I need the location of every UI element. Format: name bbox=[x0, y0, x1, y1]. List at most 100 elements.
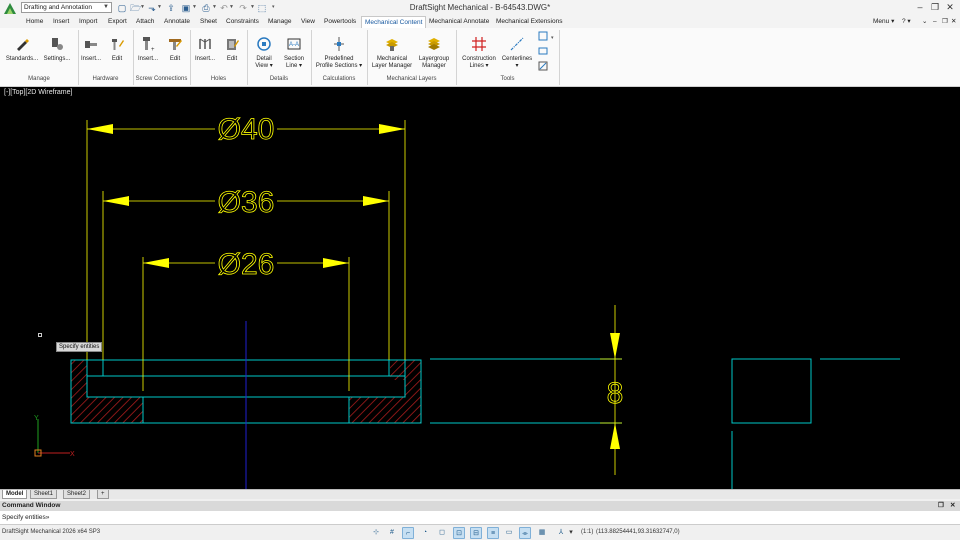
chevron-down-icon[interactable]: ⌄ bbox=[922, 16, 927, 28]
screw-edit-icon bbox=[169, 39, 182, 50]
centerlines-button[interactable]: Centerlines ▾ bbox=[500, 36, 534, 70]
tab-mechanical-extensions[interactable]: Mechanical Extensions bbox=[496, 16, 562, 28]
tab-powertools[interactable]: Powertools bbox=[324, 16, 356, 28]
tab-manage[interactable]: Manage bbox=[268, 16, 292, 28]
screw-edit-label: Edit bbox=[169, 56, 181, 62]
snap-mode-icon[interactable]: ⊹ bbox=[370, 527, 382, 539]
restore-icon[interactable]: ❐ bbox=[928, 1, 942, 14]
settings-button[interactable]: Settings... bbox=[41, 36, 73, 63]
chevron-down-icon[interactable]: ▾ bbox=[565, 527, 577, 539]
sheet-tab-sheet1[interactable]: Sheet1 bbox=[30, 490, 58, 499]
close-icon[interactable]: ✕ bbox=[950, 501, 955, 511]
lineweight-icon[interactable]: ≡ bbox=[487, 527, 499, 539]
workspace-value: Drafting and Annotation bbox=[24, 4, 92, 11]
predefined-profile-sections-button[interactable]: Predefined Profile Sections ▾ bbox=[314, 36, 364, 70]
ortho-icon[interactable]: ⌐ bbox=[402, 527, 414, 539]
close-icon[interactable]: ✕ bbox=[943, 1, 957, 14]
quick-input-icon[interactable]: ▭ bbox=[503, 527, 515, 539]
tab-attach[interactable]: Attach bbox=[136, 16, 154, 28]
chevron-down-icon[interactable]: ▼ bbox=[140, 4, 145, 10]
tool-extra-1-button[interactable] bbox=[536, 31, 550, 44]
workspace-icon[interactable]: ▦ bbox=[536, 527, 548, 539]
screw-edit-button[interactable]: Edit bbox=[164, 36, 186, 63]
export-icon[interactable]: ⇪ bbox=[166, 3, 176, 13]
redo-icon[interactable]: ↷ bbox=[238, 3, 248, 13]
select-icon[interactable]: ⬚ bbox=[257, 3, 267, 13]
minimize-icon[interactable]: – bbox=[933, 16, 937, 28]
print-icon[interactable]: ⎙ bbox=[201, 3, 211, 13]
minimize-icon[interactable]: – bbox=[913, 1, 927, 14]
holes-edit-button[interactable]: Edit bbox=[221, 36, 243, 63]
tab-annotate[interactable]: Annotate bbox=[164, 16, 190, 28]
section-line-label-2: Line bbox=[285, 63, 298, 69]
chevron-down-icon[interactable]: ▾ bbox=[551, 35, 554, 41]
title-bar: Drafting and Annotation ▼ ▢ 🗁 ▼ ⬎ ▼ ⇪ ▣ … bbox=[0, 0, 960, 16]
mechanical-layer-manager-button[interactable]: Mechanical Layer Manager bbox=[370, 36, 414, 70]
standards-button[interactable]: Standards... bbox=[5, 36, 39, 63]
sheet-tab-model[interactable]: Model bbox=[2, 490, 28, 499]
dim-diameter-36[interactable]: Ø36 bbox=[217, 186, 275, 220]
chevron-down-icon[interactable]: ▼ bbox=[157, 4, 162, 10]
hardware-insert-button[interactable]: Insert... bbox=[80, 36, 102, 63]
construction-lines-button[interactable]: Construction Lines ▾ bbox=[460, 36, 498, 70]
holes-insert-button[interactable]: Insert... bbox=[193, 36, 217, 63]
tool-extra-2-button[interactable] bbox=[536, 46, 550, 59]
new-file-icon[interactable]: ▢ bbox=[117, 3, 127, 13]
save-icon[interactable]: ▣ bbox=[181, 3, 191, 13]
detail-view-button[interactable]: Detail View ▾ bbox=[252, 36, 276, 70]
close-icon[interactable]: ✕ bbox=[951, 16, 956, 28]
centerlines-label: Centerlines bbox=[501, 56, 533, 62]
tab-mechanical-content[interactable]: Mechanical Content bbox=[361, 16, 427, 28]
restore-icon[interactable]: ❐ bbox=[942, 16, 948, 28]
chevron-down-icon[interactable]: ▼ bbox=[212, 4, 217, 10]
etrack-icon[interactable]: ⊡ bbox=[453, 527, 465, 539]
add-sheet-button[interactable]: + bbox=[97, 490, 109, 499]
chevron-down-icon: ▾ bbox=[515, 63, 519, 69]
ucs-icon: Y X bbox=[34, 415, 75, 458]
help-button[interactable]: ? ▾ bbox=[902, 16, 911, 28]
dim-height-8[interactable]: 8 bbox=[606, 377, 624, 411]
tab-sheet[interactable]: Sheet bbox=[200, 16, 217, 28]
undo-icon[interactable]: ↶ bbox=[219, 3, 229, 13]
grid-icon[interactable]: # bbox=[386, 527, 398, 539]
tool-extra-3-button[interactable] bbox=[536, 61, 550, 74]
hole-edit-icon bbox=[227, 39, 239, 50]
annotation-icon[interactable]: ⌯ bbox=[519, 527, 531, 539]
chevron-down-icon[interactable]: ▾ bbox=[272, 4, 275, 10]
section-line-button[interactable]: A-A Section Line ▾ bbox=[281, 36, 307, 70]
drawing-canvas[interactable]: [-][Top][2D Wireframe] Ø40 Ø36 Ø26 8 Y X… bbox=[0, 87, 960, 489]
hardware-edit-button[interactable]: Edit bbox=[106, 36, 128, 63]
layergroup-manager-button[interactable]: Layergroup Manager bbox=[415, 36, 453, 70]
hardware-insert-label: Insert... bbox=[80, 56, 101, 62]
dynamic-input-icon[interactable]: ⊟ bbox=[470, 527, 482, 539]
tab-import[interactable]: Import bbox=[79, 16, 97, 28]
workspace-dropdown[interactable]: Drafting and Annotation ▼ bbox=[21, 2, 112, 13]
chevron-down-icon[interactable]: ▼ bbox=[250, 4, 255, 10]
tab-constraints[interactable]: Constraints bbox=[226, 16, 259, 28]
import-icon[interactable]: ⬎ bbox=[147, 3, 157, 13]
tab-insert[interactable]: Insert bbox=[53, 16, 69, 28]
dim-diameter-40[interactable]: Ø40 bbox=[217, 113, 275, 147]
tab-export[interactable]: Export bbox=[108, 16, 127, 28]
open-file-icon[interactable]: 🗁 bbox=[130, 3, 141, 13]
sheet-tab-sheet2[interactable]: Sheet2 bbox=[63, 490, 91, 499]
tab-home[interactable]: Home bbox=[26, 16, 43, 28]
hatch-right bbox=[405, 380, 421, 423]
detail-view-label-2: View bbox=[255, 63, 269, 69]
status-bar: DraftSight Mechanical 2026 x64 SP3 ⊹ # ⌐… bbox=[0, 524, 960, 540]
restore-icon[interactable]: ❐ bbox=[938, 501, 944, 511]
bolt-icon bbox=[85, 41, 97, 48]
group-tools: Tools bbox=[500, 76, 515, 82]
command-line[interactable]: Specify entities» bbox=[0, 511, 960, 524]
esnap-icon[interactable]: ◻ bbox=[436, 527, 448, 539]
chevron-down-icon[interactable]: ▼ bbox=[192, 4, 197, 10]
part-geometry bbox=[70, 358, 900, 489]
menu-button[interactable]: Menu ▾ bbox=[873, 16, 894, 28]
polar-icon[interactable]: ◔ bbox=[419, 527, 431, 539]
tab-view[interactable]: View bbox=[301, 16, 315, 28]
screw-insert-button[interactable]: + Insert... bbox=[136, 36, 160, 63]
command-tooltip: Specify entities bbox=[56, 342, 103, 352]
tab-mechanical-annotate[interactable]: Mechanical Annotate bbox=[429, 16, 489, 28]
dim-diameter-26[interactable]: Ø26 bbox=[217, 248, 275, 282]
chevron-down-icon[interactable]: ▼ bbox=[229, 4, 234, 10]
